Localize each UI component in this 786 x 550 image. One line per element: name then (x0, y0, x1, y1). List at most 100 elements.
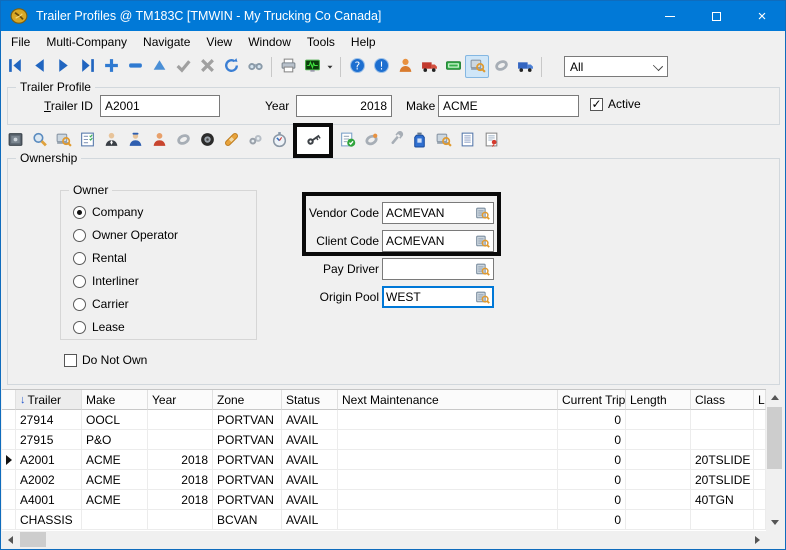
maximize-button[interactable] (693, 1, 739, 31)
grid-cell[interactable] (626, 490, 691, 510)
menu-item-navigate[interactable]: Navigate (135, 32, 198, 52)
grid-cell[interactable]: AVAIL (282, 410, 338, 430)
grid-column-header-year[interactable]: Year (148, 390, 213, 410)
grid-cell[interactable]: 27914 (16, 410, 82, 430)
hitch-service-button[interactable] (359, 129, 383, 152)
inspection-button[interactable] (335, 129, 359, 152)
grid-column-header-length[interactable]: Length (626, 390, 691, 410)
grid-cell[interactable]: AVAIL (282, 490, 338, 510)
grid-cell[interactable] (754, 510, 766, 530)
grid-cell[interactable] (626, 450, 691, 470)
grid-cell[interactable]: A4001 (16, 490, 82, 510)
grid-cell[interactable]: CHASSIS (16, 510, 82, 530)
grid-column-header-current-trip[interactable]: Current Trip (558, 390, 626, 410)
grid-cell[interactable]: 40TGN (691, 490, 754, 510)
grid-cell[interactable]: 20TSLIDE (691, 450, 754, 470)
grid-cell[interactable]: PORTVAN (213, 430, 282, 450)
nav-prev-button[interactable] (27, 55, 51, 78)
radio-button[interactable] (73, 321, 86, 334)
trailer-id-input[interactable]: A2001 (100, 95, 220, 117)
tire-button[interactable] (195, 129, 219, 152)
grid-cell[interactable]: OOCL (82, 410, 148, 430)
grid-cell[interactable] (148, 430, 213, 450)
cancel-button[interactable] (195, 55, 219, 78)
row-selector-cell[interactable] (2, 410, 16, 430)
filter-dropdown[interactable]: All (564, 56, 668, 77)
grid-cell[interactable] (691, 430, 754, 450)
minimize-button[interactable] (647, 1, 693, 31)
grid-cell[interactable]: BCVAN (213, 510, 282, 530)
safe-button[interactable] (3, 129, 27, 152)
grid-cell[interactable]: 2018 (148, 490, 213, 510)
grid-cell[interactable] (338, 470, 558, 490)
maintenance-button[interactable] (383, 129, 407, 152)
grid-cell[interactable] (82, 510, 148, 530)
grid-vertical-scrollbar[interactable] (766, 389, 783, 531)
grid-cell[interactable]: 2018 (148, 470, 213, 490)
grid-column-header-make[interactable]: Make (82, 390, 148, 410)
tow-hitch-button[interactable] (171, 129, 195, 152)
grid-cell[interactable] (691, 410, 754, 430)
grid-cell[interactable] (338, 410, 558, 430)
timer-button[interactable] (267, 129, 291, 152)
driver-profiles-button[interactable] (393, 55, 417, 78)
grid-cell[interactable]: PORTVAN (213, 470, 282, 490)
grid-cell[interactable]: AVAIL (282, 430, 338, 450)
license-plate-button[interactable] (441, 55, 465, 78)
hitch-button[interactable] (489, 55, 513, 78)
grid-cell[interactable] (754, 410, 766, 430)
scroll-right-button[interactable] (749, 531, 766, 548)
grid-cell[interactable] (626, 470, 691, 490)
grid-cell[interactable] (754, 470, 766, 490)
row-selector-cell[interactable] (2, 490, 16, 510)
grid-cell[interactable]: 0 (558, 490, 626, 510)
grid-cell[interactable]: PORTVAN (213, 410, 282, 430)
scroll-up-button[interactable] (766, 389, 783, 406)
make-input[interactable]: ACME (438, 95, 579, 117)
do-not-own-checkbox[interactable] (64, 354, 77, 367)
row-selector-cell[interactable] (2, 470, 16, 490)
license-doc-button[interactable] (479, 129, 503, 152)
grid-cell[interactable]: 27915 (16, 430, 82, 450)
row-selector-cell[interactable] (2, 510, 16, 530)
grid-cell[interactable] (754, 430, 766, 450)
grid-cell[interactable]: 20TSLIDE (691, 470, 754, 490)
grid-cell[interactable]: 0 (558, 450, 626, 470)
menu-item-tools[interactable]: Tools (299, 32, 343, 52)
grid-cell[interactable]: A2002 (16, 470, 82, 490)
nav-last-button[interactable] (75, 55, 99, 78)
horizontal-scroll-thumb[interactable] (20, 532, 46, 547)
print-button[interactable] (276, 55, 300, 78)
row-selector-cell[interactable] (2, 450, 16, 470)
row-selector-cell[interactable] (2, 430, 16, 450)
menu-item-window[interactable]: Window (240, 32, 299, 52)
grid-cell[interactable]: 2018 (148, 450, 213, 470)
grid-cell[interactable] (626, 410, 691, 430)
grid-cell[interactable]: 0 (558, 410, 626, 430)
grid-column-header-zone[interactable]: Zone (213, 390, 282, 410)
year-input[interactable]: 2018 (296, 95, 392, 117)
grid-cell[interactable]: ACME (82, 450, 148, 470)
active-checkbox[interactable] (590, 98, 603, 111)
grid-cell[interactable]: PORTVAN (213, 450, 282, 470)
origin-pool-input[interactable]: WEST (382, 286, 494, 308)
grid-cell[interactable]: ACME (82, 470, 148, 490)
keys-button[interactable] (301, 129, 325, 152)
fleet-button[interactable] (513, 55, 537, 78)
menu-item-view[interactable]: View (198, 32, 240, 52)
menu-item-file[interactable]: File (3, 32, 38, 52)
vendor-code-input[interactable]: ACMEVAN (382, 202, 494, 224)
checklist-button[interactable] (75, 129, 99, 152)
grid-cell[interactable]: AVAIL (282, 450, 338, 470)
scroll-left-button[interactable] (2, 531, 19, 548)
grid-column-header-l[interactable]: L (754, 390, 766, 410)
grid-cell[interactable]: P&O (82, 430, 148, 450)
grid-cell[interactable] (148, 510, 213, 530)
grid-cell[interactable] (338, 450, 558, 470)
vertical-scroll-thumb[interactable] (767, 407, 782, 469)
find-button[interactable] (243, 55, 267, 78)
close-button[interactable]: × (739, 1, 785, 31)
grid-cell[interactable]: AVAIL (282, 470, 338, 490)
grid-cell[interactable] (691, 510, 754, 530)
refresh-button[interactable] (219, 55, 243, 78)
